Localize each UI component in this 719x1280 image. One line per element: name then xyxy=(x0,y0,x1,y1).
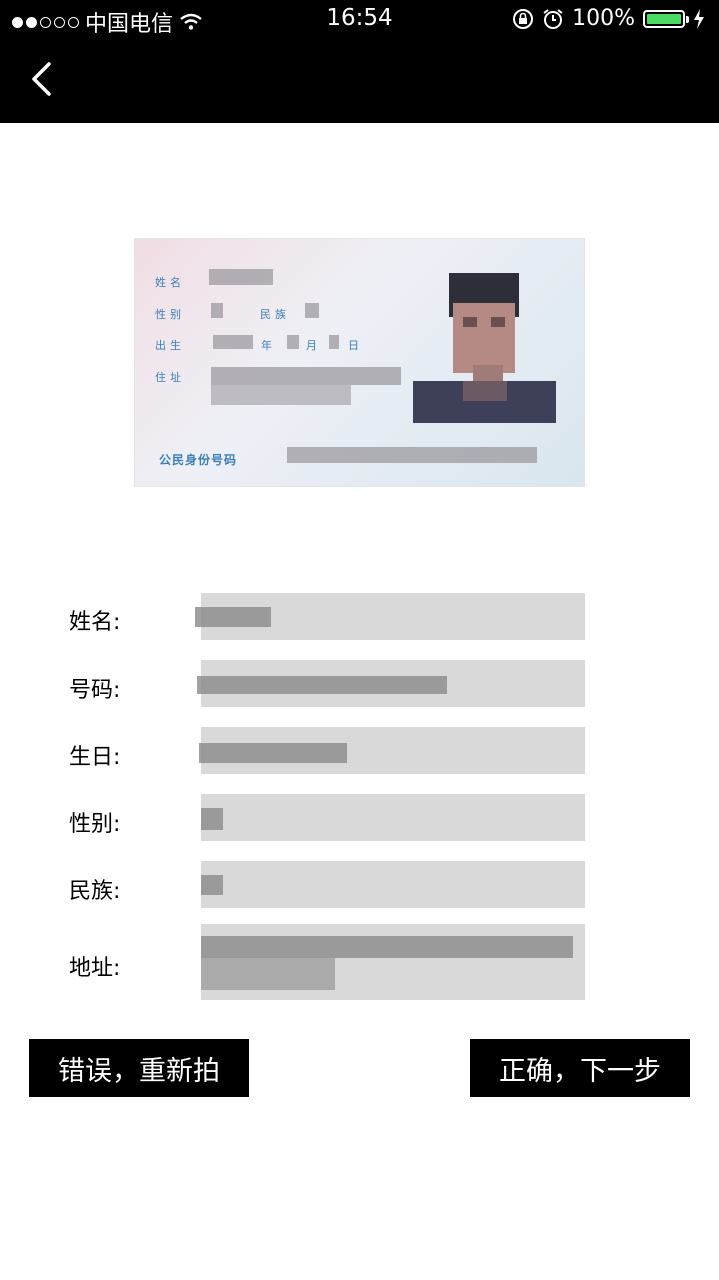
card-label-gender: 性别 xyxy=(155,308,185,321)
confirm-next-button[interactable]: 正确，下一步 xyxy=(470,1039,690,1097)
back-button[interactable] xyxy=(24,56,64,102)
card-birth-month-redacted xyxy=(287,335,299,349)
birthday-label: 生日: xyxy=(69,745,121,770)
card-portrait-redacted xyxy=(413,273,556,423)
card-label-ethnicity: 民族 xyxy=(260,308,290,321)
card-label-day: 日 xyxy=(348,339,363,352)
id-card-image: 姓名 性别 民族 出生 年 月 日 住址 公民身份号码 xyxy=(134,238,585,487)
card-birth-day-redacted xyxy=(329,335,339,349)
orientation-lock-icon xyxy=(513,8,534,29)
gender-label: 性别: xyxy=(69,812,121,837)
number-label: 号码: xyxy=(69,678,121,703)
address-label: 地址: xyxy=(69,956,121,981)
name-label: 姓名: xyxy=(69,610,121,635)
battery-icon xyxy=(643,9,689,28)
charging-icon xyxy=(694,8,704,29)
number-field[interactable] xyxy=(197,660,585,707)
card-address-redacted-2 xyxy=(211,385,351,405)
card-gender-redacted xyxy=(211,303,223,318)
ethnicity-field[interactable] xyxy=(201,861,585,908)
name-field[interactable] xyxy=(195,593,585,640)
alarm-icon xyxy=(543,8,563,29)
card-address-redacted-1 xyxy=(211,367,401,385)
birthday-field[interactable] xyxy=(199,727,585,774)
card-label-year: 年 xyxy=(261,339,276,352)
chevron-left-icon xyxy=(32,62,51,96)
card-birth-redacted xyxy=(213,335,253,349)
card-label-id-number: 公民身份号码 xyxy=(159,453,238,467)
card-ethnicity-redacted xyxy=(305,303,319,318)
top-bar: 中国电信 16:54 100% xyxy=(0,0,719,123)
card-name-redacted xyxy=(209,269,273,285)
card-label-birth: 出生 xyxy=(155,339,185,352)
card-label-address: 住址 xyxy=(155,371,185,384)
card-id-redacted xyxy=(287,447,537,463)
address-field[interactable] xyxy=(201,924,585,1000)
card-label-month: 月 xyxy=(306,339,321,352)
ethnicity-label: 民族: xyxy=(69,879,121,904)
gender-field[interactable] xyxy=(201,794,585,841)
battery-percent: 100% xyxy=(572,6,635,31)
retake-button[interactable]: 错误，重新拍 xyxy=(29,1039,249,1097)
card-label-name: 姓名 xyxy=(155,276,185,289)
status-right: 100% xyxy=(512,6,705,31)
status-bar: 中国电信 16:54 100% xyxy=(0,0,719,40)
